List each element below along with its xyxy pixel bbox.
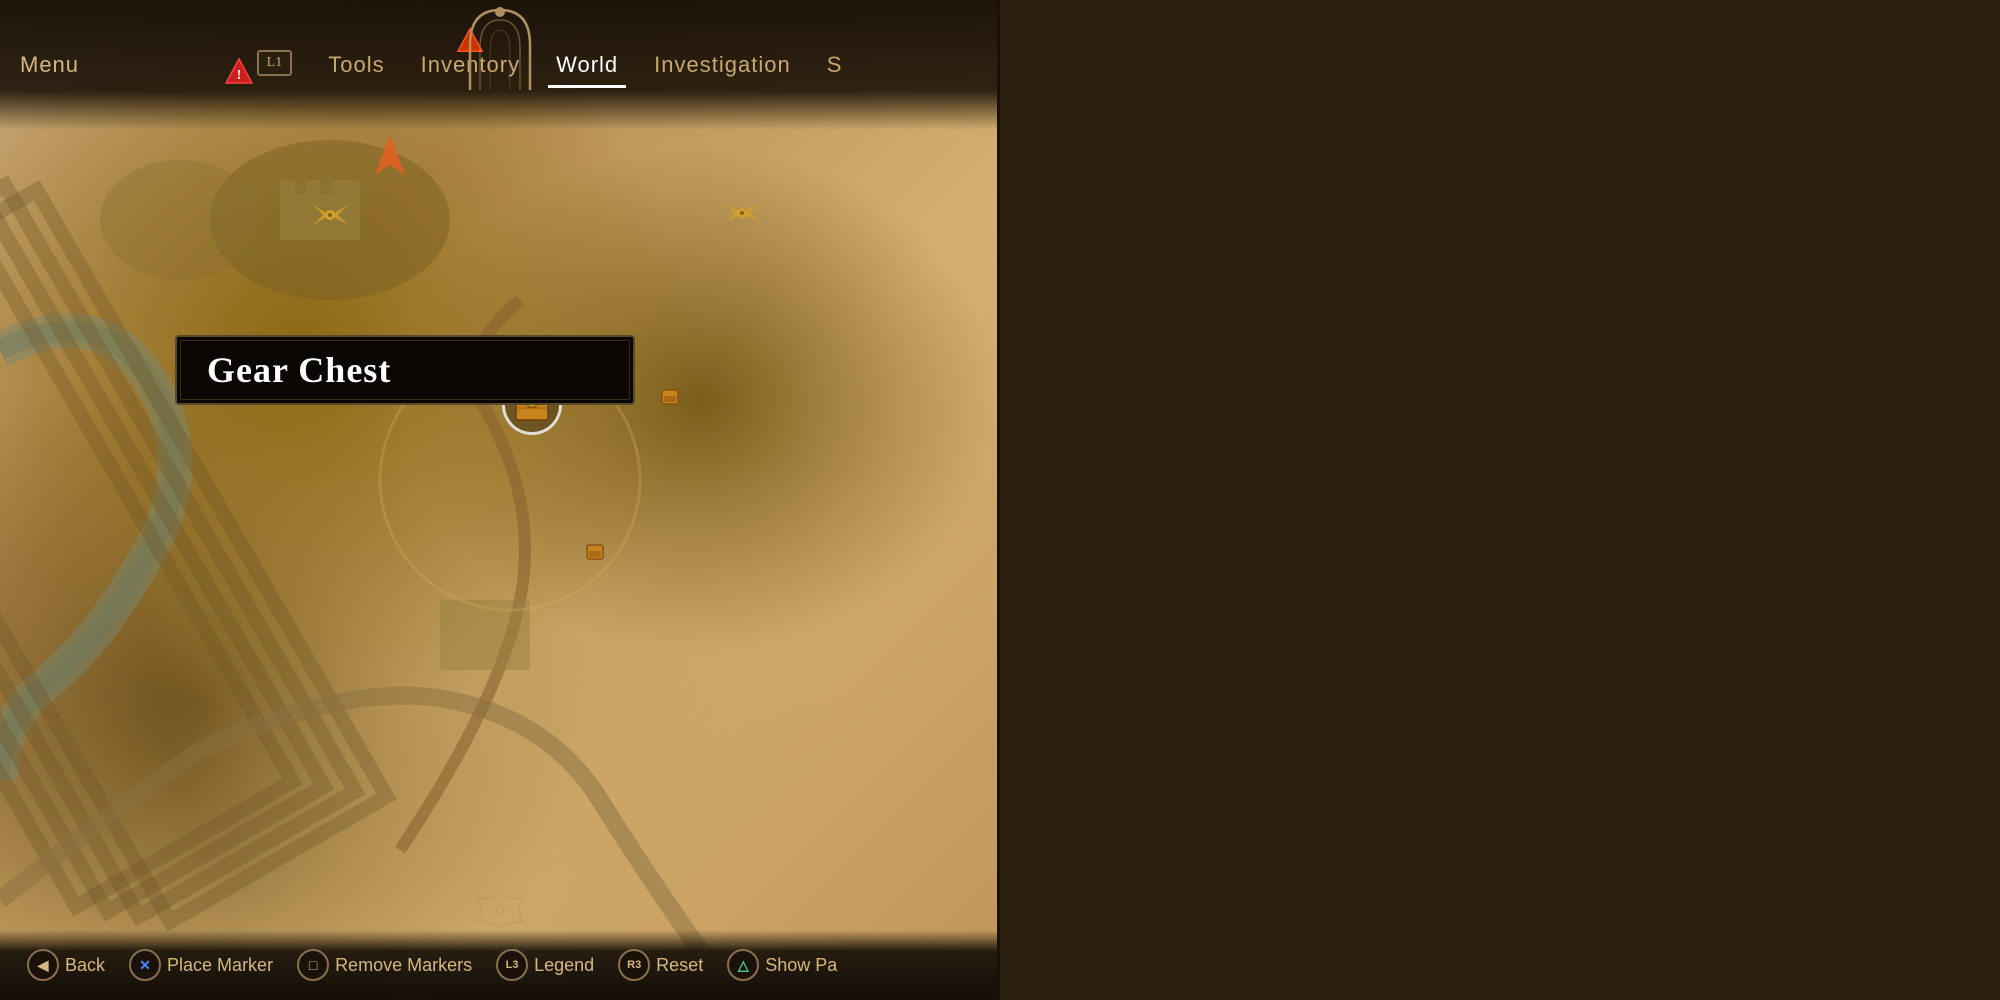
legend-btn-left[interactable]: L3 Legend	[484, 949, 606, 981]
nav-bar-left: Menu ! L1 To	[0, 0, 1000, 130]
tools-label-left: Tools	[328, 52, 384, 78]
arch-decoration-left	[460, 0, 540, 90]
l3-icon-left: L3	[496, 949, 528, 981]
bottom-ornament-left	[475, 890, 525, 935]
creature-marker-1-left	[308, 200, 353, 235]
reset-label-left: Reset	[656, 955, 703, 976]
r3-icon-left: R3	[618, 949, 650, 981]
gear-chest-label-left: Gear Chest	[207, 350, 391, 390]
panel-divider	[997, 0, 1000, 1000]
place-marker-label-left: Place Marker	[167, 955, 273, 976]
nav-item-investigation-left[interactable]: Investigation	[636, 42, 809, 88]
place-marker-btn-left[interactable]: ✕ Place Marker	[117, 949, 285, 981]
arrow-marker-left	[375, 135, 405, 180]
menu-label[interactable]: Menu	[0, 44, 99, 86]
show-panel-btn-left[interactable]: △ Show Pa	[715, 949, 849, 981]
world-label-left: World	[556, 52, 618, 78]
nav-item-l1-left[interactable]: L1	[239, 40, 311, 90]
triangle-icon-left: △	[727, 949, 759, 981]
nav-item-tools-left[interactable]: Tools	[310, 42, 402, 88]
creature-marker-2-left	[720, 198, 765, 233]
small-marker-1	[660, 388, 680, 413]
show-panel-label-left: Show Pa	[765, 955, 837, 976]
nav-item-world-left[interactable]: World	[538, 42, 636, 88]
s-label-left: S	[827, 52, 843, 78]
legend-label-left: Legend	[534, 955, 594, 976]
remove-markers-label-left: Remove Markers	[335, 955, 472, 976]
back-icon: ◀	[27, 949, 59, 981]
small-marker-2	[585, 543, 605, 568]
x-icon-left: ✕	[129, 949, 161, 981]
map-background-left	[0, 0, 1000, 1000]
bottom-bar-left: ◀ Back ✕ Place Marker □ Remove Markers L…	[0, 930, 1000, 1000]
nav-item-s-left[interactable]: S	[809, 42, 861, 88]
back-label: Back	[65, 955, 105, 976]
nav-items-left: ! L1 Tools ! Inventory World	[99, 40, 1000, 90]
back-btn[interactable]: ◀ Back	[15, 949, 117, 981]
reset-btn-left[interactable]: R3 Reset	[606, 949, 715, 981]
screen-container: Menu ! L1 To	[0, 0, 2000, 1000]
investigation-label-left: Investigation	[654, 52, 791, 78]
remove-markers-btn-left[interactable]: □ Remove Markers	[285, 949, 484, 981]
left-panel: Menu ! L1 To	[0, 0, 1000, 1000]
l1-badge-left: L1	[257, 50, 293, 76]
square-icon-left: □	[297, 949, 329, 981]
gear-chest-tooltip-left: Gear Chest	[175, 335, 635, 405]
